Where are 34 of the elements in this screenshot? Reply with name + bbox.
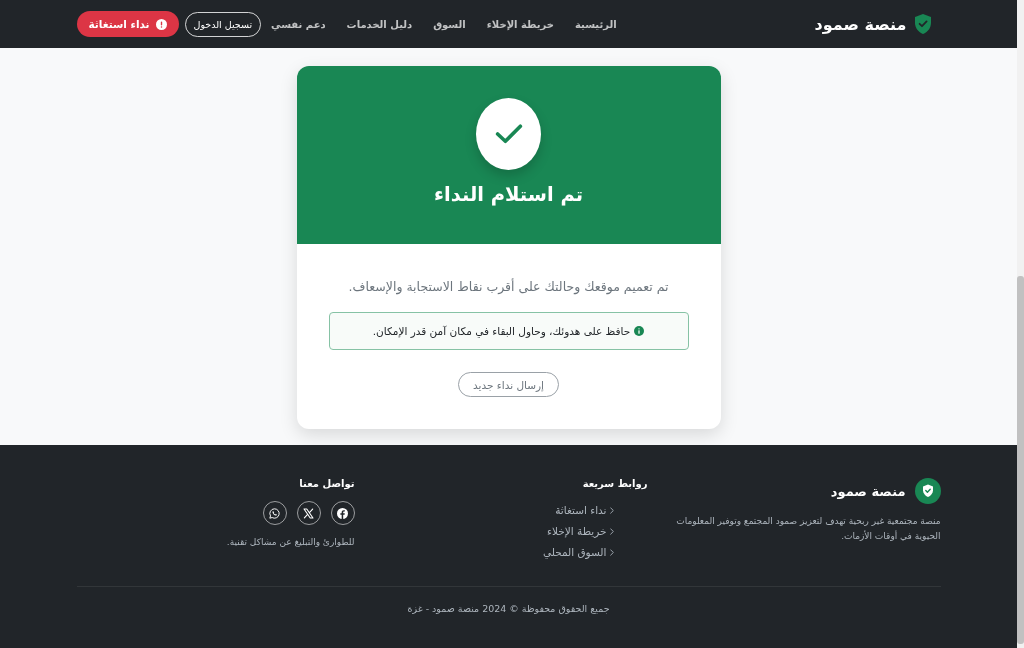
brand-logo[interactable]: منصة صمود bbox=[814, 14, 931, 34]
chevron-icon bbox=[609, 548, 614, 556]
footer-brand-name: منصة صمود bbox=[830, 483, 906, 499]
facebook-icon bbox=[337, 507, 348, 519]
footer-heading: تواصل معنا bbox=[299, 477, 355, 491]
footer-link[interactable]: نداء استغاثة bbox=[542, 503, 614, 517]
shield-check-icon bbox=[914, 478, 941, 504]
x-logo-icon bbox=[303, 507, 314, 519]
nav-link[interactable]: دعم نفسي bbox=[271, 18, 326, 30]
exclamation-circle-icon bbox=[155, 18, 167, 30]
footer-description: منصة مجتمعية غير ربحية تهدف لتعزيز صمود المجتمع وتوفير المعلومات الحيوية في أوقات الأزمات. bbox=[675, 515, 941, 543]
check-icon bbox=[494, 124, 523, 144]
info-icon bbox=[634, 326, 645, 336]
notice-text: حافظ على هدوئك، وحاول البقاء في مكان آمن قدر الإمكان. bbox=[372, 325, 631, 337]
shield-check-icon bbox=[914, 14, 931, 34]
chevron-icon bbox=[609, 506, 614, 514]
footer-link[interactable]: السوق المحلي bbox=[542, 545, 614, 559]
contact-note: للطوارئ والتبليغ عن مشاكل تقنية. bbox=[226, 537, 355, 547]
footer-heading: روابط سريعة bbox=[582, 477, 648, 491]
brand-name: منصة صمود bbox=[814, 14, 907, 34]
confirmation-message: تم تعميم موقعك وحالتك على أقرب نقاط الاستجابة والإسعاف. bbox=[348, 277, 669, 297]
nav-link[interactable]: الرئيسية bbox=[575, 18, 617, 30]
footer-link[interactable]: خريطة الإخلاء bbox=[542, 524, 614, 538]
scrollbar-thumb[interactable] bbox=[1017, 276, 1024, 644]
scrollbar[interactable] bbox=[1017, 0, 1024, 648]
card-title: تم استلام النداء bbox=[434, 183, 583, 206]
emergency-button[interactable]: نداء استغاثة bbox=[76, 11, 179, 37]
copyright-text: جميع الحقوق محفوظة © 2024 منصة صمود - غزة bbox=[406, 603, 611, 614]
chevron-icon bbox=[609, 527, 614, 535]
new-call-button[interactable]: إرسال نداء جديد bbox=[458, 372, 559, 397]
nav-link[interactable]: السوق bbox=[433, 18, 466, 30]
nav-link[interactable]: خريطة الإخلاء bbox=[486, 18, 554, 30]
nav-link[interactable]: دليل الخدمات bbox=[346, 18, 413, 30]
whatsapp-icon bbox=[269, 507, 280, 519]
